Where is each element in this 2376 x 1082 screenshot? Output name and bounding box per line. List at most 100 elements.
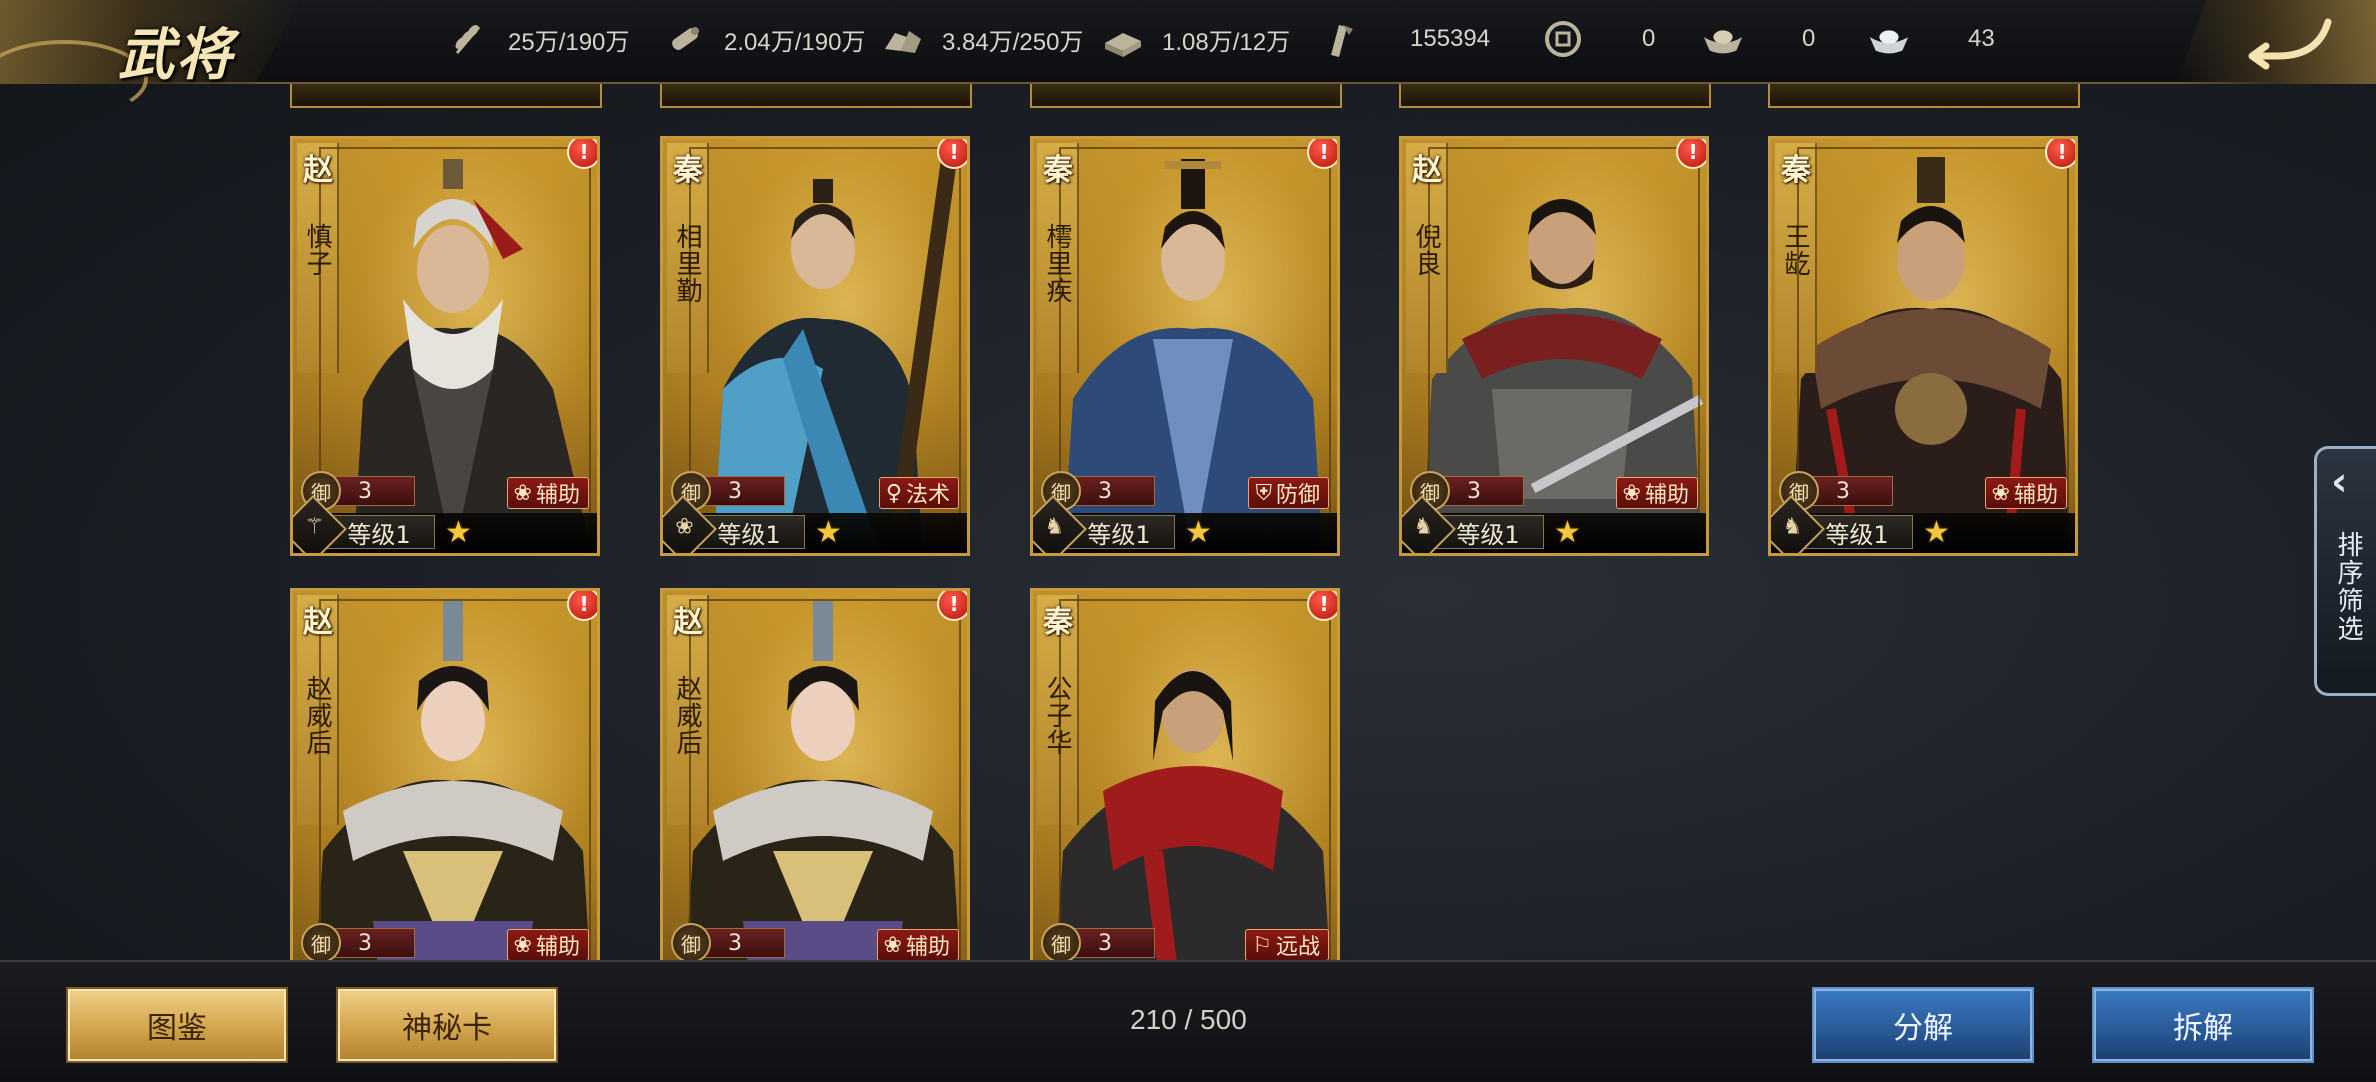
hero-card[interactable]: 秦 王龁 ! 御 3 ❀ 辅助 ♞ 等级1 ★ <box>1768 136 2078 556</box>
star-icon: ★ <box>445 515 472 550</box>
lotus-icon: ❀ <box>1991 480 2010 506</box>
partial-card[interactable] <box>290 84 602 108</box>
hero-name: 公子华 <box>1042 675 1072 756</box>
decompose-button[interactable]: 分解 <box>1812 987 2034 1063</box>
faction-label: 秦 <box>673 153 703 188</box>
defense-stat: 御 3 <box>1041 923 1155 960</box>
page-title: 武将 <box>118 22 234 88</box>
role-badge: ❀ 辅助 <box>1615 477 1698 509</box>
wood-icon <box>662 16 708 62</box>
hero-name: 赵威后 <box>672 675 702 756</box>
faction-label: 秦 <box>1043 605 1073 640</box>
partial-card[interactable] <box>660 84 972 108</box>
alert-icon: ! <box>937 591 967 621</box>
iron-icon <box>1100 16 1146 62</box>
lotus-icon: ❀ <box>1622 480 1641 506</box>
star-icon: ★ <box>1923 515 1950 550</box>
resource-stone: 3.84万/250万 <box>880 0 1083 78</box>
defense-value: 3 <box>1811 476 1893 506</box>
mystery-card-button[interactable]: 神秘卡 <box>336 987 558 1063</box>
alert-icon: ! <box>1307 139 1337 169</box>
lotus-icon: ❀ <box>883 932 902 958</box>
defense-stat: 御 3 <box>301 923 415 960</box>
sort-filter-label: 排序筛选 <box>2333 531 2363 643</box>
hero-card[interactable]: 秦 樗里疾 ! 御 3 ⛨ 防御 ♞ 等级1 ★ <box>1030 136 1340 556</box>
chevron-left-icon[interactable]: ‹ <box>2331 459 2347 505</box>
defense-value: 3 <box>1073 476 1155 506</box>
resource-command-token: 155394 <box>1318 0 1490 78</box>
faction-label: 秦 <box>1043 153 1073 188</box>
hero-name: 王龁 <box>1780 223 1810 277</box>
dismantle-button[interactable]: 拆解 <box>2092 987 2314 1063</box>
back-arrow-icon[interactable] <box>2238 12 2338 70</box>
hero-grid: 赵 慎子 ! 御 3 ❀ 辅助 ⚚ 等级1 ★ 秦 相里勤 ! 御 3 ♀ 法术… <box>0 84 2376 960</box>
resource-iron: 1.08万/12万 <box>1100 0 1290 78</box>
role-badge: ⚐ 远战 <box>1245 929 1329 960</box>
star-icon: ★ <box>815 515 842 550</box>
wood-amount: 2.04万/190万 <box>724 28 866 56</box>
hero-card[interactable]: 秦 公子华 ! 御 3 ⚐ 远战 <box>1030 588 1340 960</box>
star-icon: ★ <box>1554 515 1581 550</box>
role-badge: ❀ 辅助 <box>506 477 589 509</box>
copper-coin-amount: 0 <box>1642 25 1656 52</box>
role-badge: ⛨ 防御 <box>1248 477 1329 509</box>
gold-ingot-icon <box>1700 16 1746 62</box>
hero-card[interactable]: 赵 慎子 ! 御 3 ❀ 辅助 ⚚ 等级1 ★ <box>290 136 600 556</box>
partial-card[interactable] <box>1768 84 2080 108</box>
hero-card[interactable]: 赵 赵威后 ! 御 3 ❀ 辅助 <box>660 588 970 960</box>
star-icon: ★ <box>1185 515 1212 550</box>
partial-card[interactable] <box>1030 84 1342 108</box>
hero-name: 慎子 <box>302 223 332 277</box>
back-button[interactable] <box>2238 12 2338 70</box>
top-bar: 武将 25万/190万 2.04万/190万 3.84万/250万 1.08万/… <box>0 0 2376 118</box>
role-badge: ❀ 辅助 <box>506 929 589 960</box>
hero-name: 倪良 <box>1411 223 1441 277</box>
resource-grain: 25万/190万 <box>446 0 629 78</box>
stone-amount: 3.84万/250万 <box>942 28 1084 56</box>
stone-icon <box>880 16 926 62</box>
hero-card[interactable]: 赵 赵威后 ! 御 3 ❀ 辅助 <box>290 588 600 960</box>
bow-icon: ⚐ <box>1252 932 1272 958</box>
defense-value: 3 <box>333 476 415 506</box>
role-badge: ❀ 辅助 <box>876 929 959 960</box>
alert-icon: ! <box>937 139 967 169</box>
lotus-icon: ❀ <box>513 480 532 506</box>
copper-coin-icon <box>1540 16 1586 62</box>
ward-icon: ♀ <box>885 480 902 506</box>
defense-value: 3 <box>703 476 785 506</box>
bottom-bar: 图鉴 神秘卡 210 / 500 分解 拆解 <box>0 960 2376 1082</box>
faction-label: 赵 <box>673 605 703 640</box>
defense-icon: 御 <box>1041 923 1081 960</box>
gold-ingot-amount: 0 <box>1802 25 1816 52</box>
hero-name: 樗里疾 <box>1042 223 1072 304</box>
faction-label: 秦 <box>1781 153 1811 188</box>
role-badge: ❀ 辅助 <box>1984 477 2067 509</box>
defense-value: 3 <box>1073 928 1155 958</box>
hero-name: 相里勤 <box>672 223 702 304</box>
defense-value: 3 <box>333 928 415 958</box>
codex-button[interactable]: 图鉴 <box>66 987 288 1063</box>
command-token-amount: 155394 <box>1410 25 1491 52</box>
partial-card[interactable] <box>1399 84 1711 108</box>
defense-icon: 御 <box>301 923 341 960</box>
silver-ingot-icon <box>1866 16 1912 62</box>
resource-wood: 2.04万/190万 <box>662 0 865 78</box>
resource-silver-ingot: 43 <box>1866 0 1995 78</box>
alert-icon: ! <box>1676 139 1706 169</box>
faction-label: 赵 <box>303 605 333 640</box>
defense-icon: 御 <box>671 923 711 960</box>
hero-card[interactable]: 秦 相里勤 ! 御 3 ♀ 法术 ❀ 等级1 ★ <box>660 136 970 556</box>
sort-filter-tab[interactable]: ‹ 排序筛选 <box>2314 446 2376 696</box>
shield-icon: ⛨ <box>1255 480 1272 506</box>
role-badge: ♀ 法术 <box>878 477 959 509</box>
alert-icon: ! <box>567 591 597 621</box>
defense-stat: 御 3 <box>671 923 785 960</box>
iron-amount: 1.08万/12万 <box>1162 28 1291 56</box>
hero-name: 赵威后 <box>302 675 332 756</box>
hero-card[interactable]: 赵 倪良 ! 御 3 ❀ 辅助 ♞ 等级1 ★ <box>1399 136 1709 556</box>
grain-icon <box>446 16 492 62</box>
defense-value: 3 <box>703 928 785 958</box>
command-token-icon <box>1318 16 1364 62</box>
resource-gold-ingot: 0 <box>1700 0 1815 78</box>
hero-count: 210 / 500 <box>1130 1004 1247 1035</box>
